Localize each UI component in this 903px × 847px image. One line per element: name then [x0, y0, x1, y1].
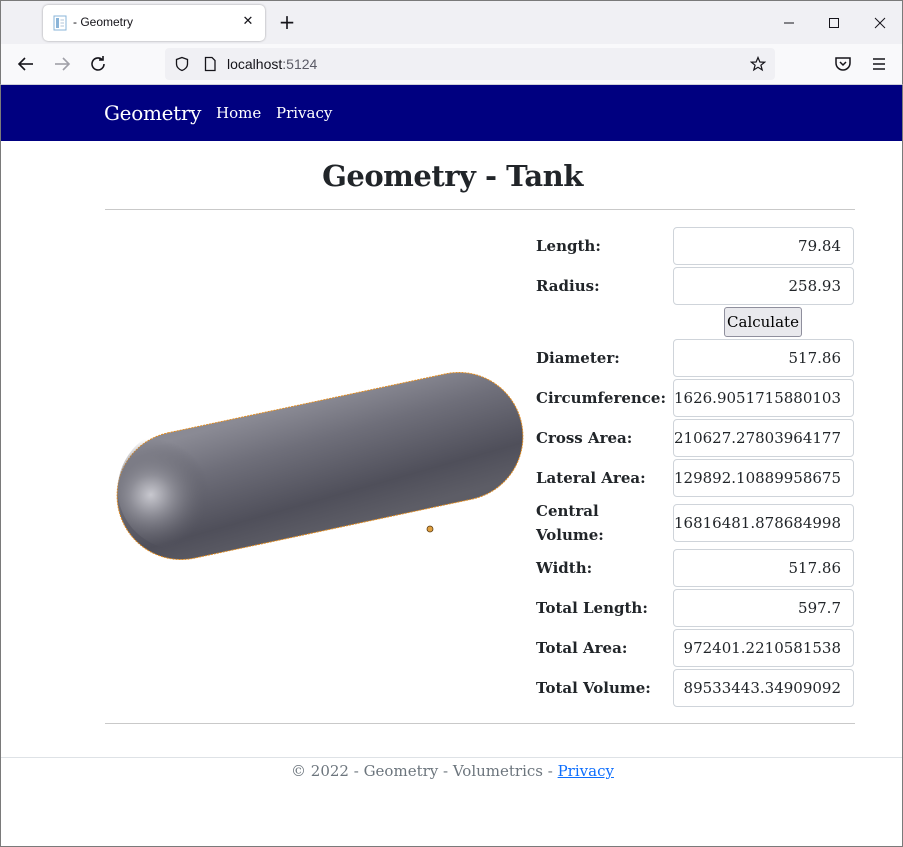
radius-label: Radius: — [536, 277, 600, 295]
lateral-area-label: Lateral Area: — [536, 469, 646, 487]
nav-link-privacy[interactable]: Privacy — [276, 104, 332, 122]
total-length-label: Total Length: — [536, 599, 648, 617]
total-area-label: Total Area: — [536, 639, 628, 657]
footer-border — [1, 757, 902, 758]
central-volume-label: Central Volume: — [536, 502, 604, 544]
total-length-output[interactable]: 597.7 — [673, 589, 854, 627]
lateral-area-output[interactable]: 129892.10889958675 — [673, 459, 854, 497]
browser-tab[interactable]: - Geometry ✕ — [43, 5, 265, 41]
star-icon[interactable] — [750, 56, 766, 72]
browser-toolbar: localhost:5124 — [0, 44, 903, 85]
footer-privacy-link[interactable]: Privacy — [558, 762, 614, 780]
length-label: Length: — [536, 237, 601, 255]
page-content: Geometry Home Privacy Geometry - Tank Le… — [0, 85, 903, 847]
width-label: Width: — [536, 559, 593, 577]
minimize-icon[interactable] — [779, 13, 799, 33]
page-title: Geometry - Tank — [322, 159, 583, 193]
width-output[interactable]: 517.86 — [673, 549, 854, 587]
nav-link-home[interactable]: Home — [216, 104, 261, 122]
hamburger-menu-icon[interactable] — [867, 52, 891, 76]
content-divider — [105, 723, 855, 724]
page-icon[interactable] — [202, 56, 218, 72]
tank-image — [111, 347, 531, 587]
browser-titlebar: - Geometry ✕ + — [0, 0, 903, 44]
site-navbar: Geometry Home Privacy — [1, 85, 902, 141]
plus-icon[interactable]: + — [277, 12, 297, 32]
title-divider — [105, 209, 855, 210]
cross-area-label: Cross Area: — [536, 429, 633, 447]
close-icon[interactable]: ✕ — [239, 13, 257, 31]
close-window-icon[interactable] — [870, 13, 890, 33]
diameter-label: Diameter: — [536, 349, 620, 367]
footer-text: © 2022 - Geometry - Volumetrics - — [291, 762, 558, 780]
diameter-output[interactable]: 517.86 — [673, 339, 854, 377]
pocket-icon[interactable] — [831, 52, 855, 76]
forward-arrow-icon[interactable] — [50, 52, 74, 76]
url-text: localhost:5124 — [227, 56, 318, 72]
central-volume-output[interactable]: 16816481.878684998 — [673, 504, 854, 542]
radius-input[interactable]: 258.93 — [673, 267, 854, 305]
tab-title: - Geometry — [73, 15, 134, 29]
back-arrow-icon[interactable] — [14, 52, 38, 76]
cross-area-output[interactable]: 210627.27803964177 — [673, 419, 854, 457]
calculate-button[interactable]: Calculate — [724, 307, 802, 337]
maximize-icon[interactable] — [824, 13, 844, 33]
url-bar[interactable]: localhost:5124 — [165, 48, 775, 80]
navbar-brand[interactable]: Geometry — [104, 101, 201, 125]
reload-icon[interactable] — [86, 52, 110, 76]
footer: © 2022 - Geometry - Volumetrics - Privac… — [1, 762, 903, 780]
length-input[interactable]: 79.84 — [673, 227, 854, 265]
circumference-output[interactable]: 1626.9051715880103 — [673, 379, 854, 417]
total-volume-output[interactable]: 89533443.34909092 — [673, 669, 854, 707]
circumference-label: Circumference: — [536, 389, 667, 407]
shield-icon[interactable] — [174, 56, 190, 72]
tank-illustration — [116, 371, 524, 561]
total-volume-label: Total Volume: — [536, 679, 651, 697]
total-area-output[interactable]: 972401.2210581538 — [673, 629, 854, 667]
document-icon — [53, 15, 67, 31]
